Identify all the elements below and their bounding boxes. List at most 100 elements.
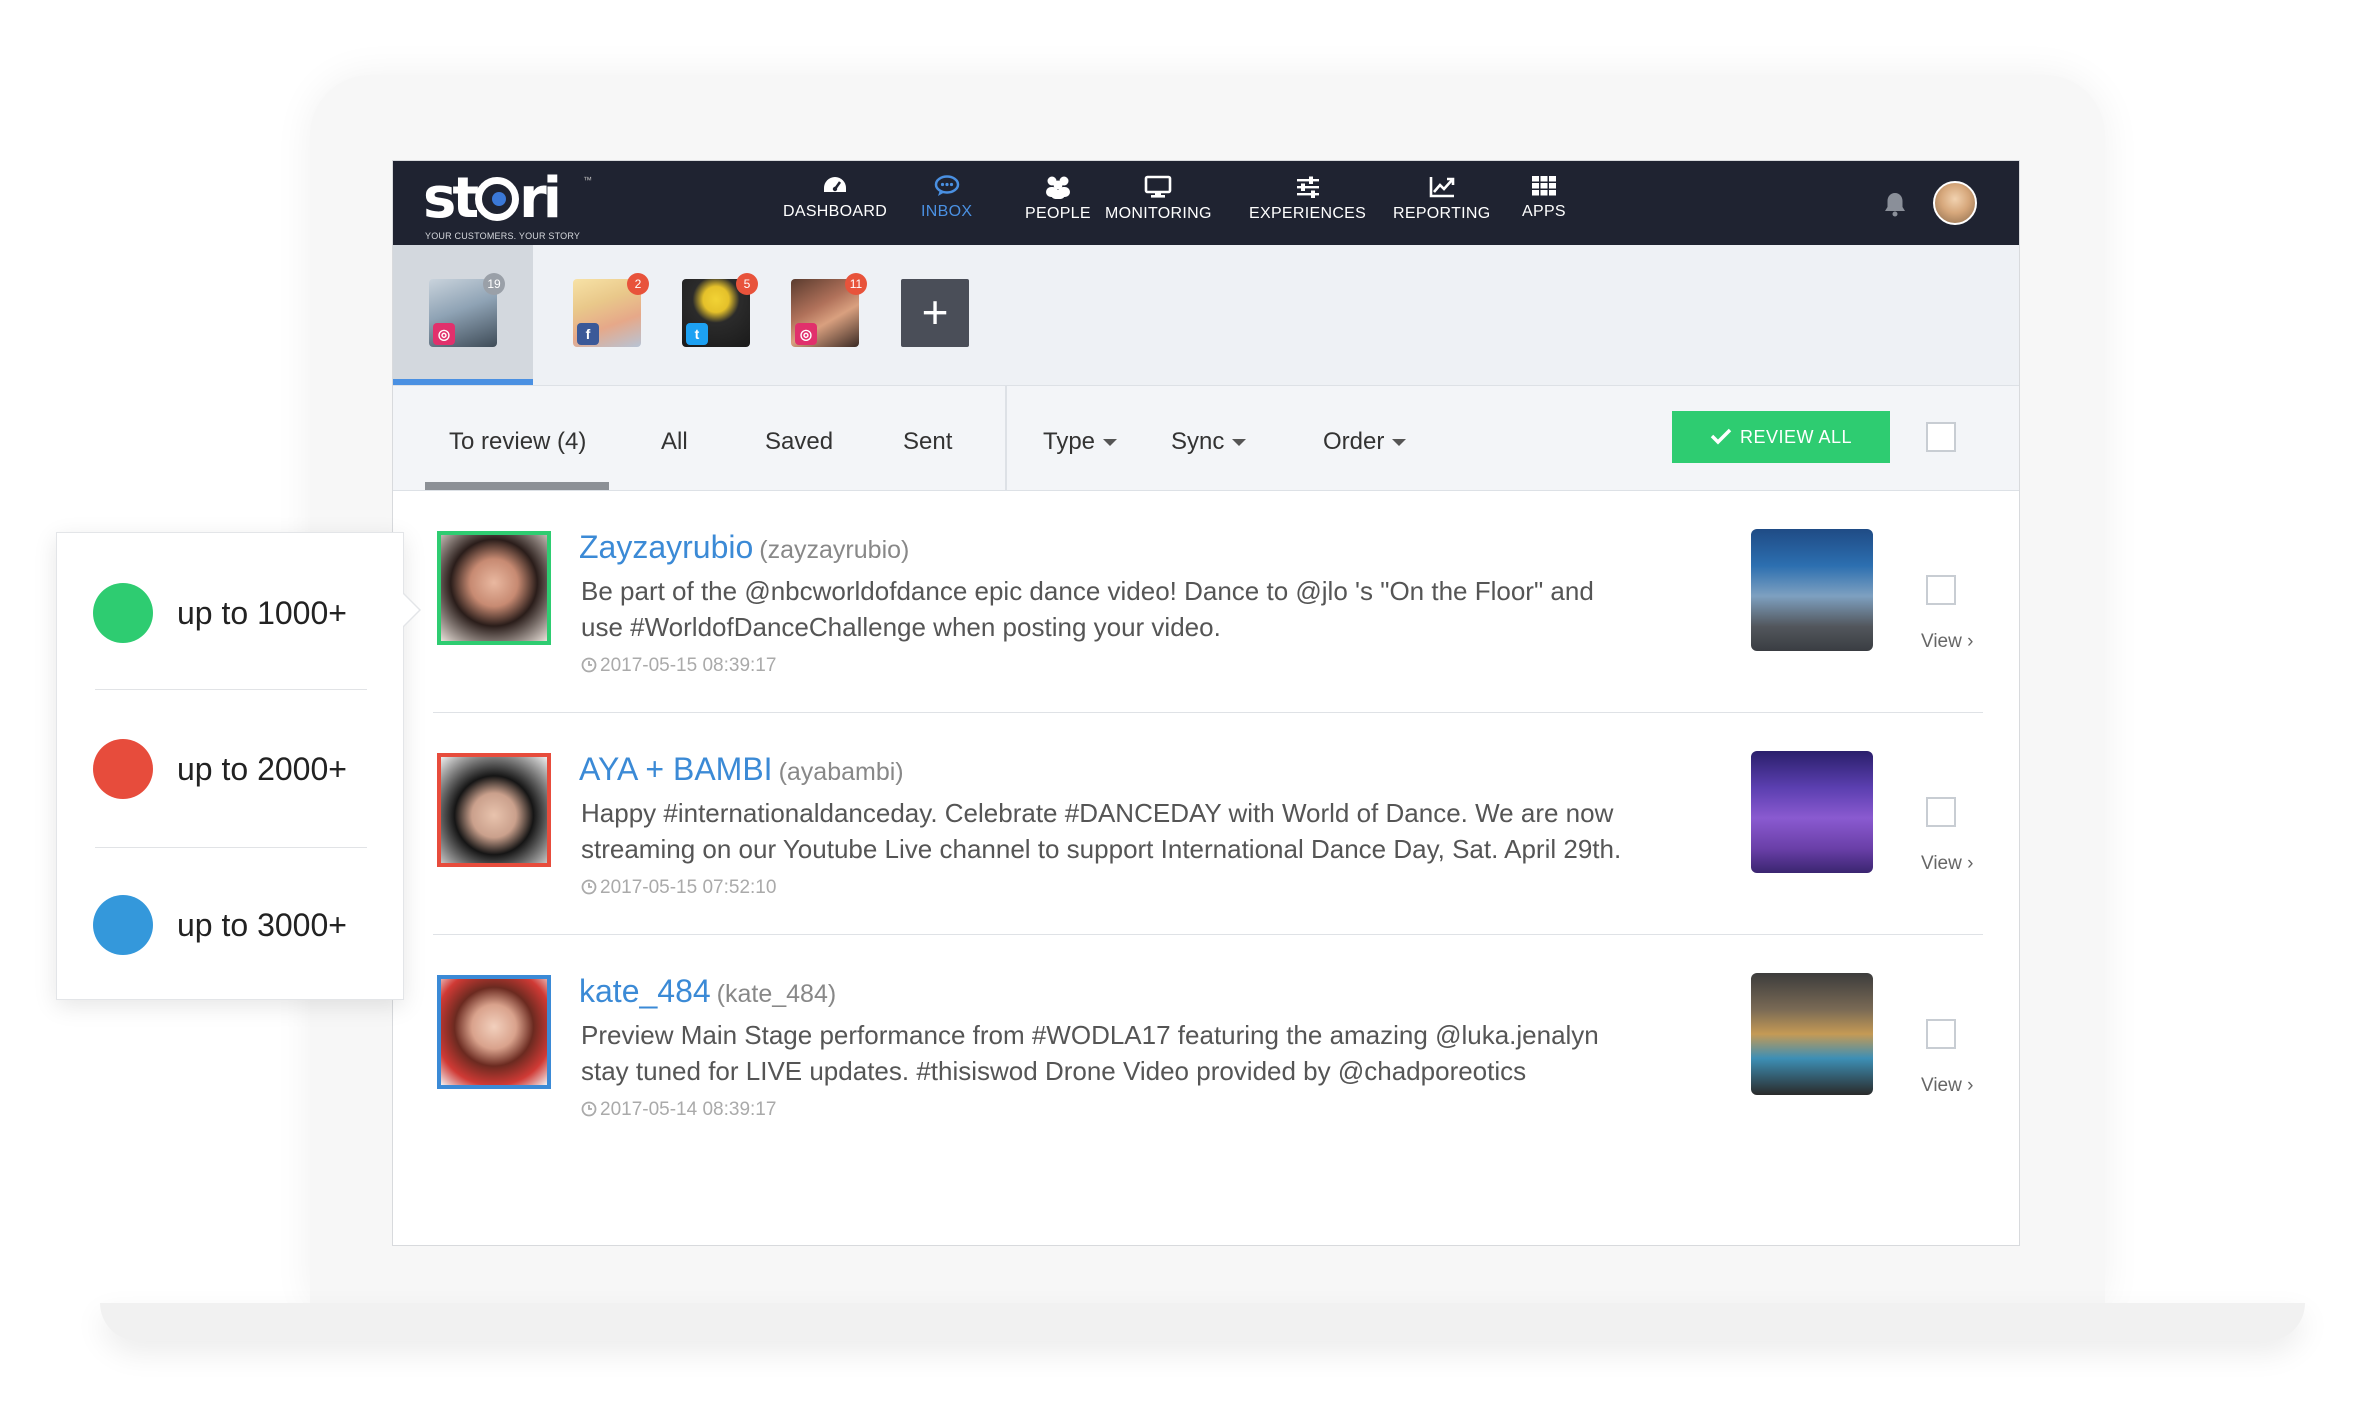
tab-all[interactable]: All: [661, 428, 688, 456]
sliders-icon: [1296, 176, 1319, 198]
facebook-icon: f: [577, 323, 599, 345]
people-icon: [1045, 176, 1070, 199]
account-avatar-1[interactable]: 19 ◎: [429, 273, 505, 347]
post-timestamp: 2017-05-15 08:39:17: [581, 655, 776, 677]
post-author-handle: (ayabambi): [778, 758, 904, 786]
post-media-thumbnail[interactable]: [1751, 529, 1873, 651]
twitter-icon: t: [686, 323, 708, 345]
nav-inbox[interactable]: INBOX: [921, 175, 972, 221]
legend-divider: [95, 689, 367, 690]
post-item: AYA + BAMBI (ayabambi) Happy #internation…: [393, 713, 2019, 935]
post-author-avatar[interactable]: [437, 975, 551, 1089]
clock-icon: [581, 1101, 597, 1117]
unread-count-badge: 11: [845, 273, 867, 295]
laptop-base: [100, 1303, 2305, 1341]
post-select-checkbox[interactable]: [1926, 575, 1956, 605]
nav-label: PEOPLE: [1025, 205, 1091, 222]
nav-reporting[interactable]: REPORTING: [1393, 175, 1491, 223]
logo-wordmark: st ri: [423, 166, 562, 231]
legend-label: up to 3000+: [177, 907, 347, 943]
unread-count-badge: 5: [736, 273, 758, 295]
post-item: Zayzayrubio (zayzayrubio) Be part of the …: [393, 491, 2019, 713]
post-timestamp-text: 2017-05-14 08:39:17: [600, 1099, 777, 1120]
nav-label: APPS: [1522, 203, 1566, 220]
nav-monitoring[interactable]: MONITORING: [1105, 175, 1212, 223]
tab-sent[interactable]: Sent: [903, 428, 952, 456]
caret-down-icon: [1392, 439, 1407, 447]
nav-label: DASHBOARD: [783, 203, 888, 220]
tab-to-review[interactable]: To review (4): [449, 428, 586, 456]
clock-icon: [581, 879, 597, 895]
nav-label: EXPERIENCES: [1249, 205, 1367, 222]
filter-bar: To review (4) All Saved Sent Type Sync O…: [393, 386, 2019, 491]
account-avatar-3[interactable]: 5 t: [682, 273, 758, 347]
order-dropdown-label: Order: [1323, 428, 1385, 455]
logo-tagline: YOUR CUSTOMERS. YOUR STORY: [425, 231, 581, 241]
account-avatar-4[interactable]: 11 ◎: [791, 273, 867, 347]
legend-pointer: [402, 592, 421, 628]
post-author[interactable]: kate_484 (kate_484): [579, 973, 836, 1010]
view-label: View: [1921, 853, 1962, 874]
chart-line-icon: [1429, 177, 1455, 198]
view-post-link[interactable]: View ›: [1921, 853, 1973, 875]
post-select-checkbox[interactable]: [1926, 1019, 1956, 1049]
caret-down-icon: [1103, 439, 1118, 447]
post-item: kate_484 (kate_484) Preview Main Stage pe…: [393, 935, 2019, 1157]
logo-o-mark: [475, 177, 520, 221]
select-all-checkbox[interactable]: [1926, 422, 1956, 452]
post-media-thumbnail[interactable]: [1751, 973, 1873, 1095]
selected-account-indicator: [393, 379, 533, 385]
nav-apps[interactable]: APPS: [1522, 175, 1566, 221]
post-body: Happy #internationaldanceday. Celebrate …: [581, 798, 1622, 864]
post-author-avatar[interactable]: [437, 531, 551, 645]
active-tab-underline: [425, 482, 609, 490]
type-dropdown[interactable]: Type: [1043, 428, 1118, 456]
post-author[interactable]: Zayzayrubio (zayzayrubio): [579, 529, 909, 566]
post-media-thumbnail[interactable]: [1751, 751, 1873, 873]
legend-label: up to 1000+: [177, 595, 347, 631]
check-icon: [1710, 428, 1732, 445]
review-all-button[interactable]: REVIEW ALL: [1672, 411, 1890, 463]
post-body: Preview Main Stage performance from #WOD…: [581, 1020, 1599, 1086]
nav-dashboard[interactable]: DASHBOARD: [783, 175, 887, 221]
post-author-avatar[interactable]: [437, 753, 551, 867]
notifications-bell-icon[interactable]: [1883, 191, 1907, 222]
view-post-link[interactable]: View ›: [1921, 631, 1973, 653]
account-avatar-2[interactable]: 2 f: [573, 273, 649, 347]
clock-icon: [581, 657, 597, 673]
post-author[interactable]: AYA + BAMBI (ayabambi): [579, 751, 904, 788]
nav-experiences[interactable]: EXPERIENCES: [1249, 175, 1366, 223]
post-timestamp-text: 2017-05-15 07:52:10: [600, 877, 777, 898]
instagram-icon: ◎: [795, 323, 817, 345]
review-all-label: REVIEW ALL: [1739, 427, 1853, 447]
accounts-bar: 19 ◎ 2 f 5 t 11 ◎ +: [393, 245, 2019, 386]
type-dropdown-label: Type: [1043, 428, 1096, 455]
app-window: st ri ™ YOUR CUSTOMERS. YOUR STORY DASHBO…: [392, 160, 2020, 1246]
instagram-icon: ◎: [433, 323, 455, 345]
chevron-right-icon: ›: [1967, 1075, 1974, 1096]
blue-dot-icon: [93, 895, 153, 955]
user-avatar[interactable]: [1933, 181, 1977, 225]
grid-icon: [1531, 176, 1556, 196]
logo-trademark: ™: [583, 175, 592, 185]
sync-dropdown[interactable]: Sync: [1171, 428, 1247, 456]
view-post-link[interactable]: View ›: [1921, 1075, 1973, 1097]
tab-saved[interactable]: Saved: [765, 428, 833, 456]
view-label: View: [1921, 1075, 1962, 1096]
chevron-right-icon: ›: [1967, 853, 1974, 874]
post-body: Be part of the @nbcworldofdance epic dan…: [581, 576, 1594, 642]
view-label: View: [1921, 631, 1962, 652]
nav-people[interactable]: PEOPLE: [1025, 175, 1091, 223]
order-dropdown[interactable]: Order: [1323, 428, 1407, 456]
add-account-button[interactable]: +: [901, 279, 969, 347]
green-dot-icon: [93, 583, 153, 643]
nav-label: INBOX: [921, 203, 973, 220]
sync-dropdown-label: Sync: [1171, 428, 1225, 455]
post-author-handle: (kate_484): [716, 980, 837, 1008]
post-timestamp: 2017-05-15 07:52:10: [581, 877, 776, 899]
stori-logo[interactable]: st ri ™ YOUR CUSTOMERS. YOUR STORY: [423, 166, 592, 242]
chat-bubble-icon: [934, 175, 959, 196]
red-dot-icon: [93, 739, 153, 799]
post-select-checkbox[interactable]: [1926, 797, 1956, 827]
post-author-name: Zayzayrubio: [579, 529, 754, 565]
